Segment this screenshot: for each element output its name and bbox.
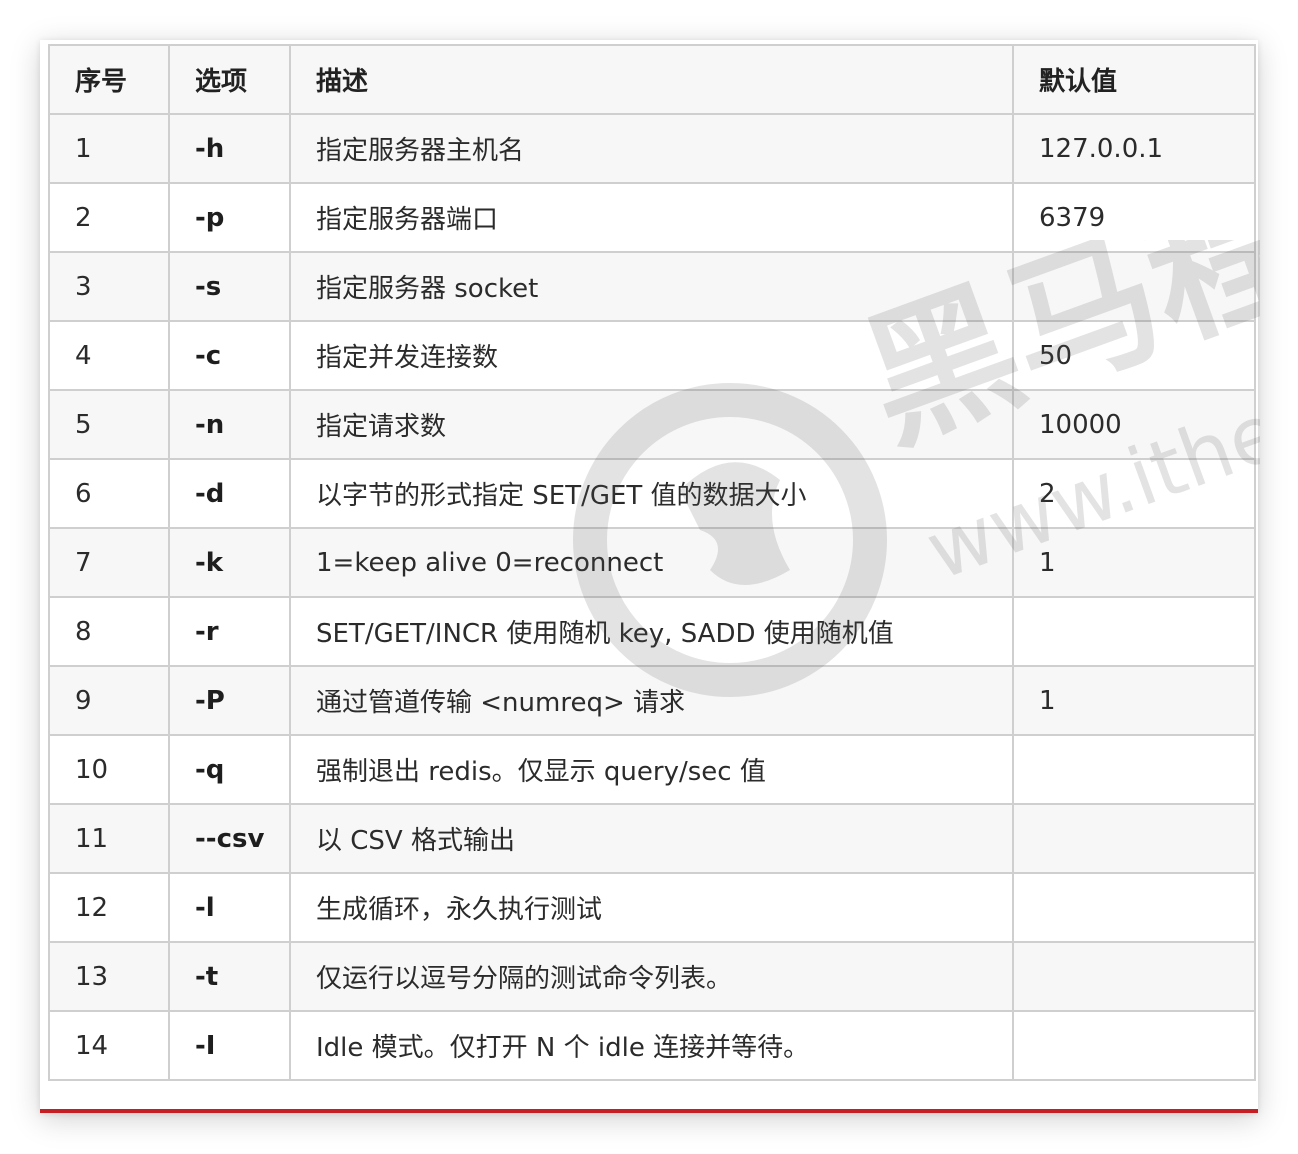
row-option: -n xyxy=(168,389,291,460)
row-description: 通过管道传输 <numreq> 请求 xyxy=(289,665,1014,736)
header-index: 序号 xyxy=(48,44,170,115)
row-description: 指定服务器端口 xyxy=(289,182,1014,253)
row-index: 13 xyxy=(48,941,170,1012)
row-index: 10 xyxy=(48,734,170,805)
row-default xyxy=(1012,1010,1256,1081)
row-default: 127.0.0.1 xyxy=(1012,113,1256,184)
row-index: 7 xyxy=(48,527,170,598)
row-description: 指定请求数 xyxy=(289,389,1014,460)
row-default: 6379 xyxy=(1012,182,1256,253)
row-index: 2 xyxy=(48,182,170,253)
table-row: 5 -n 指定请求数 10000 xyxy=(48,389,1256,460)
row-index: 8 xyxy=(48,596,170,667)
table-row: 10 -q 强制退出 redis。仅显示 query/sec 值 xyxy=(48,734,1256,805)
row-index: 11 xyxy=(48,803,170,874)
row-description: 强制退出 redis。仅显示 query/sec 值 xyxy=(289,734,1014,805)
row-default: 1 xyxy=(1012,527,1256,598)
row-option: -s xyxy=(168,251,291,322)
row-index: 6 xyxy=(48,458,170,529)
row-option: --csv xyxy=(168,803,291,874)
row-description: 1=keep alive 0=reconnect xyxy=(289,527,1014,598)
row-option: -k xyxy=(168,527,291,598)
row-option: -I xyxy=(168,1010,291,1081)
row-option: -P xyxy=(168,665,291,736)
row-default xyxy=(1012,803,1256,874)
table-row: 8 -r SET/GET/INCR 使用随机 key, SADD 使用随机值 xyxy=(48,596,1256,667)
header-option: 选项 xyxy=(168,44,291,115)
header-default: 默认值 xyxy=(1012,44,1256,115)
row-option: -h xyxy=(168,113,291,184)
table-row: 11 --csv 以 CSV 格式输出 xyxy=(48,803,1256,874)
table-row: 6 -d 以字节的形式指定 SET/GET 值的数据大小 2 xyxy=(48,458,1256,529)
row-option: -t xyxy=(168,941,291,1012)
options-table-card: 序号 选项 描述 默认值 1 -h 指定服务器主机名 127.0.0.1 2 -… xyxy=(40,40,1258,1113)
row-option: -l xyxy=(168,872,291,943)
table-row: 13 -t 仅运行以逗号分隔的测试命令列表。 xyxy=(48,941,1256,1012)
header-description: 描述 xyxy=(289,44,1014,115)
table-row: 7 -k 1=keep alive 0=reconnect 1 xyxy=(48,527,1256,598)
row-description: SET/GET/INCR 使用随机 key, SADD 使用随机值 xyxy=(289,596,1014,667)
row-default: 2 xyxy=(1012,458,1256,529)
row-option: -d xyxy=(168,458,291,529)
table-row: 12 -l 生成循环，永久执行测试 xyxy=(48,872,1256,943)
table-row: 3 -s 指定服务器 socket xyxy=(48,251,1256,322)
row-option: -p xyxy=(168,182,291,253)
redis-benchmark-options-table: 序号 选项 描述 默认值 1 -h 指定服务器主机名 127.0.0.1 2 -… xyxy=(48,44,1256,1081)
row-description: 仅运行以逗号分隔的测试命令列表。 xyxy=(289,941,1014,1012)
row-default xyxy=(1012,734,1256,805)
row-description: Idle 模式。仅打开 N 个 idle 连接并等待。 xyxy=(289,1010,1014,1081)
row-default: 10000 xyxy=(1012,389,1256,460)
table-header-row: 序号 选项 描述 默认值 xyxy=(48,44,1256,115)
row-description: 指定服务器主机名 xyxy=(289,113,1014,184)
row-index: 14 xyxy=(48,1010,170,1081)
row-index: 4 xyxy=(48,320,170,391)
row-default: 1 xyxy=(1012,665,1256,736)
row-index: 3 xyxy=(48,251,170,322)
row-index: 9 xyxy=(48,665,170,736)
row-description: 以字节的形式指定 SET/GET 值的数据大小 xyxy=(289,458,1014,529)
row-default xyxy=(1012,872,1256,943)
table-row: 2 -p 指定服务器端口 6379 xyxy=(48,182,1256,253)
row-index: 12 xyxy=(48,872,170,943)
row-description: 以 CSV 格式输出 xyxy=(289,803,1014,874)
table-row: 1 -h 指定服务器主机名 127.0.0.1 xyxy=(48,113,1256,184)
row-index: 1 xyxy=(48,113,170,184)
row-description: 指定服务器 socket xyxy=(289,251,1014,322)
row-default xyxy=(1012,251,1256,322)
table-row: 4 -c 指定并发连接数 50 xyxy=(48,320,1256,391)
row-description: 生成循环，永久执行测试 xyxy=(289,872,1014,943)
row-default xyxy=(1012,596,1256,667)
table-row: 9 -P 通过管道传输 <numreq> 请求 1 xyxy=(48,665,1256,736)
row-description: 指定并发连接数 xyxy=(289,320,1014,391)
bottom-accent-line xyxy=(40,1109,1258,1113)
row-option: -r xyxy=(168,596,291,667)
row-default xyxy=(1012,941,1256,1012)
row-option: -q xyxy=(168,734,291,805)
row-index: 5 xyxy=(48,389,170,460)
row-default: 50 xyxy=(1012,320,1256,391)
row-option: -c xyxy=(168,320,291,391)
table-row: 14 -I Idle 模式。仅打开 N 个 idle 连接并等待。 xyxy=(48,1010,1256,1081)
